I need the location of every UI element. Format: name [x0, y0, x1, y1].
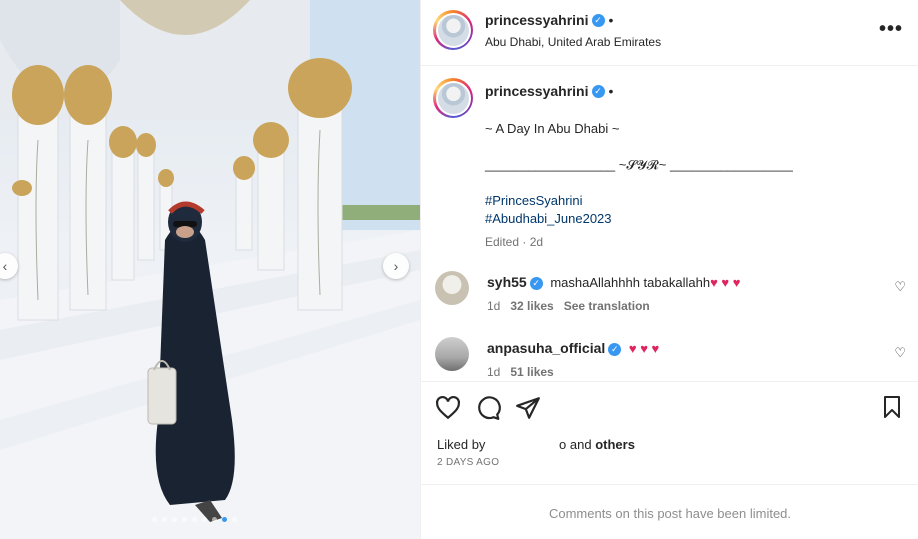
comment-body: anpasuha_official ✓ ♥ ♥ ♥	[487, 340, 660, 357]
more-options-icon[interactable]: •••	[879, 18, 903, 41]
post-time-ago: 2 DAYS AGO	[437, 457, 500, 468]
caption-line: ~ A Day In Abu Dhabi ~	[485, 121, 620, 136]
comments-limited-notice: Comments on this post have been limited.	[548, 506, 792, 521]
verified-badge-icon: ✓	[529, 277, 543, 291]
heart-emoji: ♥ ♥ ♥	[710, 275, 741, 290]
like-heart-icon[interactable]	[435, 395, 461, 421]
verified-badge-icon: ✓	[608, 343, 622, 357]
caption-username-row: princessyahrini ✓ •	[485, 83, 613, 101]
action-bar	[435, 395, 541, 421]
comment-meta: 1d 51 likes	[487, 365, 564, 379]
save-bookmark-icon[interactable]	[880, 395, 904, 419]
verified-badge-icon: ✓	[591, 85, 605, 99]
carousel-dot	[192, 517, 197, 522]
commenter-username[interactable]: anpasuha_official	[487, 340, 605, 356]
author-username[interactable]: princessyahrini	[485, 12, 589, 28]
share-send-icon[interactable]	[515, 395, 541, 421]
separator-dot: •	[608, 12, 614, 28]
commenter-username[interactable]: syh55	[487, 274, 527, 290]
comment-text: mashaAllahhhh tabakallahh	[550, 275, 711, 290]
avatar[interactable]	[433, 10, 473, 50]
hashtag-link[interactable]: #Abudhabi_June2023	[485, 211, 612, 226]
mosque-photo-illustration	[0, 0, 420, 539]
others-link[interactable]: others	[595, 437, 635, 452]
avatar-image	[437, 14, 469, 46]
chevron-left-icon: ‹	[2, 258, 8, 274]
caption-avatar[interactable]	[433, 78, 473, 118]
chevron-right-icon: ›	[393, 258, 399, 274]
liked-by-suffix: o and	[559, 437, 592, 452]
post-side-panel: princessyahrini ✓ • Abu Dhabi, United Arab…	[420, 0, 918, 539]
like-comment-heart-icon[interactable]: ♡	[894, 279, 906, 295]
commenter-avatar[interactable]	[435, 337, 469, 371]
next-photo-button[interactable]: ›	[383, 253, 409, 279]
carousel-dot	[212, 517, 217, 522]
comment-likes[interactable]: 51 likes	[510, 365, 553, 379]
carousel-dot	[162, 517, 167, 522]
carousel-dot-active	[222, 517, 227, 522]
carousel-dot	[202, 517, 207, 522]
carousel-dot	[232, 517, 237, 522]
carousel-dot	[172, 517, 177, 522]
carousel-dot	[182, 517, 187, 522]
comment-bubble-icon[interactable]	[475, 395, 501, 421]
avatar-image	[437, 82, 469, 114]
liked-by-prefix: Liked by	[437, 437, 486, 452]
comment-body: syh55 ✓ mashaAllahhhh tabakallahh♥ ♥ ♥	[487, 274, 741, 291]
comment-meta: 1d 32 likes See translation	[487, 299, 660, 313]
verified-badge-icon: ✓	[591, 14, 605, 28]
post-photo[interactable]: ‹ ›	[0, 0, 420, 539]
separator-dot: •	[608, 83, 614, 99]
like-comment-heart-icon[interactable]: ♡	[894, 345, 906, 361]
liked-by-summary: Liked by o and others	[437, 437, 635, 452]
commenter-avatar[interactable]	[435, 271, 469, 305]
comment-time: 1d	[487, 299, 501, 313]
heart-emoji: ♥ ♥ ♥	[628, 341, 660, 356]
carousel-indicator	[152, 517, 237, 522]
header-username-row: princessyahrini ✓ •	[485, 12, 613, 30]
liked-by-redacted	[489, 439, 560, 452]
divider	[421, 381, 918, 382]
hashtag-link[interactable]: #PrincesSyahrini	[485, 193, 583, 208]
edited-timestamp: Edited · 2d	[485, 235, 544, 249]
post-location[interactable]: Abu Dhabi, United Arab Emirates	[485, 35, 661, 49]
carousel-dot	[152, 517, 157, 522]
caption-line: __________________ ~𝓢𝓨𝓡~ _______________…	[485, 157, 793, 172]
caption-username[interactable]: princessyahrini	[485, 83, 589, 99]
comment-likes[interactable]: 32 likes	[510, 299, 553, 313]
comment-time: 1d	[487, 365, 501, 379]
divider	[421, 484, 918, 485]
post-header: princessyahrini ✓ • Abu Dhabi, United Arab…	[421, 0, 918, 66]
see-translation-link[interactable]: See translation	[564, 299, 650, 313]
